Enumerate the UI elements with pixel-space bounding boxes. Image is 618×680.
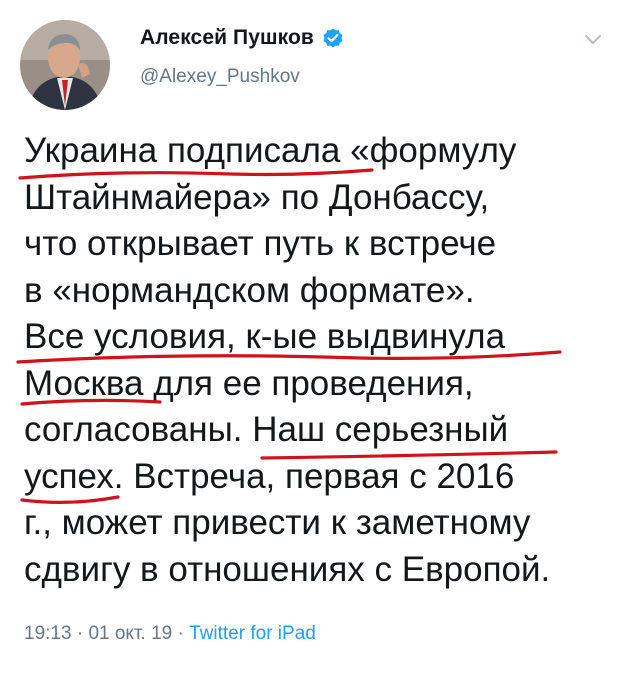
verified-badge-icon (321, 26, 345, 50)
meta-separator: · (71, 623, 89, 644)
author-handle[interactable]: @Alexey_Pushkov (140, 66, 345, 88)
chevron-down-icon[interactable] (584, 33, 602, 45)
tweet-source-link[interactable]: Twitter for iPad (189, 623, 316, 644)
tweet-text-line: что открывает путь к встрече (24, 224, 497, 263)
tweet-card: Алексей Пушков @Alexey_Pushkov Украина п… (0, 0, 618, 680)
tweet-time[interactable]: 19:13 (24, 623, 72, 644)
meta-separator: · (172, 623, 190, 644)
avatar[interactable] (20, 20, 110, 110)
author-name[interactable]: Алексей Пушков (140, 26, 314, 50)
tweet-text-line: Москва для ее проведения, (24, 363, 474, 403)
tweet-meta: 19:13 · 01 окт. 19 · Twitter for iPad (24, 623, 316, 645)
tweet-text-line: Все условия, к-ые выдвинула (24, 317, 506, 356)
tweet-date[interactable]: 01 окт. 19 (88, 623, 172, 644)
tweet-text-line: сдвигу в отношениях с Европой. (24, 549, 551, 589)
tweet-text: Украина подписала «формулу Штайнмайера» … (24, 128, 609, 593)
tweet-text-line: успех. Встреча, первая с 2016 (24, 456, 515, 496)
tweet-text-line: г., может привести к заметному (24, 503, 531, 542)
tweet-text-line: Штайнмайера» по Донбассу, (24, 177, 490, 217)
author-block: Алексей Пушков @Alexey_Pushkov (140, 26, 345, 88)
tweet-text-line: согласованы. Наш серьезный (24, 410, 509, 449)
tweet-text-line: Украина подписала «формулу (24, 131, 517, 170)
tweet-text-line: в «нормандском формате». (24, 270, 475, 310)
author-name-row: Алексей Пушков (140, 26, 345, 50)
